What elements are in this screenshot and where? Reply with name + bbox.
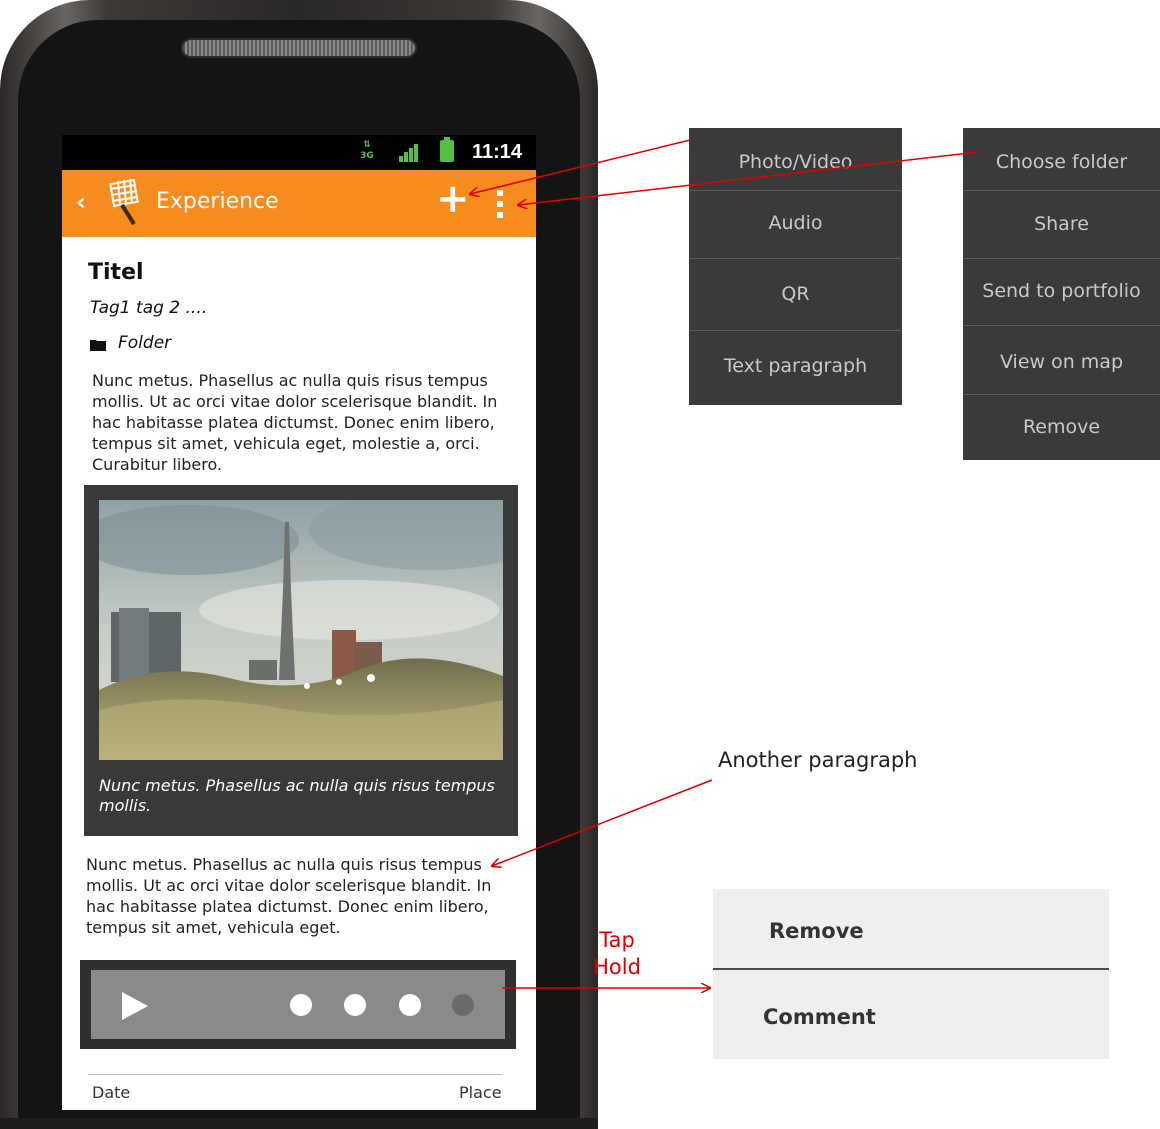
context-item-remove[interactable]: Remove bbox=[769, 919, 864, 943]
context-divider bbox=[713, 968, 1109, 970]
status-bar: ⇅ 3G 11:14 bbox=[62, 135, 536, 170]
footer-place[interactable]: Place bbox=[459, 1083, 502, 1102]
annotation-tap: Tap bbox=[599, 928, 635, 952]
overflow-menu-icon[interactable] bbox=[496, 190, 504, 220]
menu-item-audio[interactable]: Audio bbox=[689, 212, 902, 234]
footer-date[interactable]: Date bbox=[92, 1083, 130, 1102]
context-item-comment[interactable]: Comment bbox=[763, 1005, 876, 1029]
progress-dot bbox=[290, 994, 312, 1016]
audio-player[interactable] bbox=[80, 960, 516, 1049]
annotation-another-paragraph: Another paragraph bbox=[718, 748, 918, 772]
context-menu: Remove Comment bbox=[713, 889, 1109, 1059]
annotation-hold: Hold bbox=[593, 955, 641, 979]
photo-caption: Nunc metus. Phasellus ac nulla quis risu… bbox=[99, 776, 495, 815]
footer-divider bbox=[88, 1074, 502, 1075]
network-3g-icon: ⇅ 3G bbox=[360, 140, 374, 161]
net-logo-icon[interactable] bbox=[100, 178, 144, 226]
menu-item-send-to-portfolio[interactable]: Send to portfolio bbox=[963, 280, 1160, 302]
phone-bottom-edge bbox=[0, 1118, 598, 1129]
menu-item-choose-folder[interactable]: Choose folder bbox=[963, 151, 1160, 173]
chevron-left-icon[interactable]: ‹ bbox=[76, 188, 86, 216]
photo-block[interactable]: Nunc metus. Phasellus ac nulla quis risu… bbox=[84, 485, 518, 836]
experience-title[interactable]: Titel bbox=[88, 260, 144, 285]
overflow-menu: Choose folder Share Send to portfolio Vi… bbox=[963, 128, 1160, 460]
battery-icon bbox=[440, 137, 454, 162]
menu-item-photo-video[interactable]: Photo/Video bbox=[689, 151, 902, 173]
progress-dot bbox=[344, 994, 366, 1016]
menu-item-remove[interactable]: Remove bbox=[963, 416, 1160, 438]
play-icon[interactable] bbox=[122, 992, 148, 1020]
experience-content: Titel Tag1 tag 2 .... Folder Nunc metus.… bbox=[62, 237, 536, 1110]
experience-folder[interactable]: Folder bbox=[118, 333, 171, 353]
audio-player-track bbox=[91, 970, 505, 1039]
progress-dot bbox=[399, 994, 421, 1016]
status-time: 11:14 bbox=[472, 141, 523, 163]
add-menu: Photo/Video Audio QR Text paragraph bbox=[689, 128, 902, 405]
page-title: Experience bbox=[156, 189, 279, 214]
experience-tags[interactable]: Tag1 tag 2 .... bbox=[90, 298, 207, 318]
menu-item-view-on-map[interactable]: View on map bbox=[963, 351, 1160, 373]
action-bar: ‹ Experience + bbox=[62, 170, 536, 237]
annotation-tap-hold: Tap Hold bbox=[592, 927, 642, 981]
menu-item-share[interactable]: Share bbox=[963, 213, 1160, 235]
paragraph-2[interactable]: Nunc metus. Phasellus ac nulla quis risu… bbox=[86, 854, 516, 938]
signal-icon bbox=[399, 144, 419, 162]
phone-screen: ⇅ 3G 11:14 ‹ Experience + Titel Tag1 tag … bbox=[62, 135, 536, 1110]
paragraph-1[interactable]: Nunc metus. Phasellus ac nulla quis risu… bbox=[92, 370, 512, 475]
plus-icon[interactable]: + bbox=[436, 177, 470, 221]
folder-icon bbox=[90, 340, 106, 351]
phone-speaker bbox=[183, 40, 415, 56]
menu-item-qr[interactable]: QR bbox=[689, 283, 902, 305]
menu-item-text-paragraph[interactable]: Text paragraph bbox=[689, 355, 902, 377]
photo-image bbox=[99, 500, 503, 760]
progress-dot bbox=[452, 994, 474, 1016]
